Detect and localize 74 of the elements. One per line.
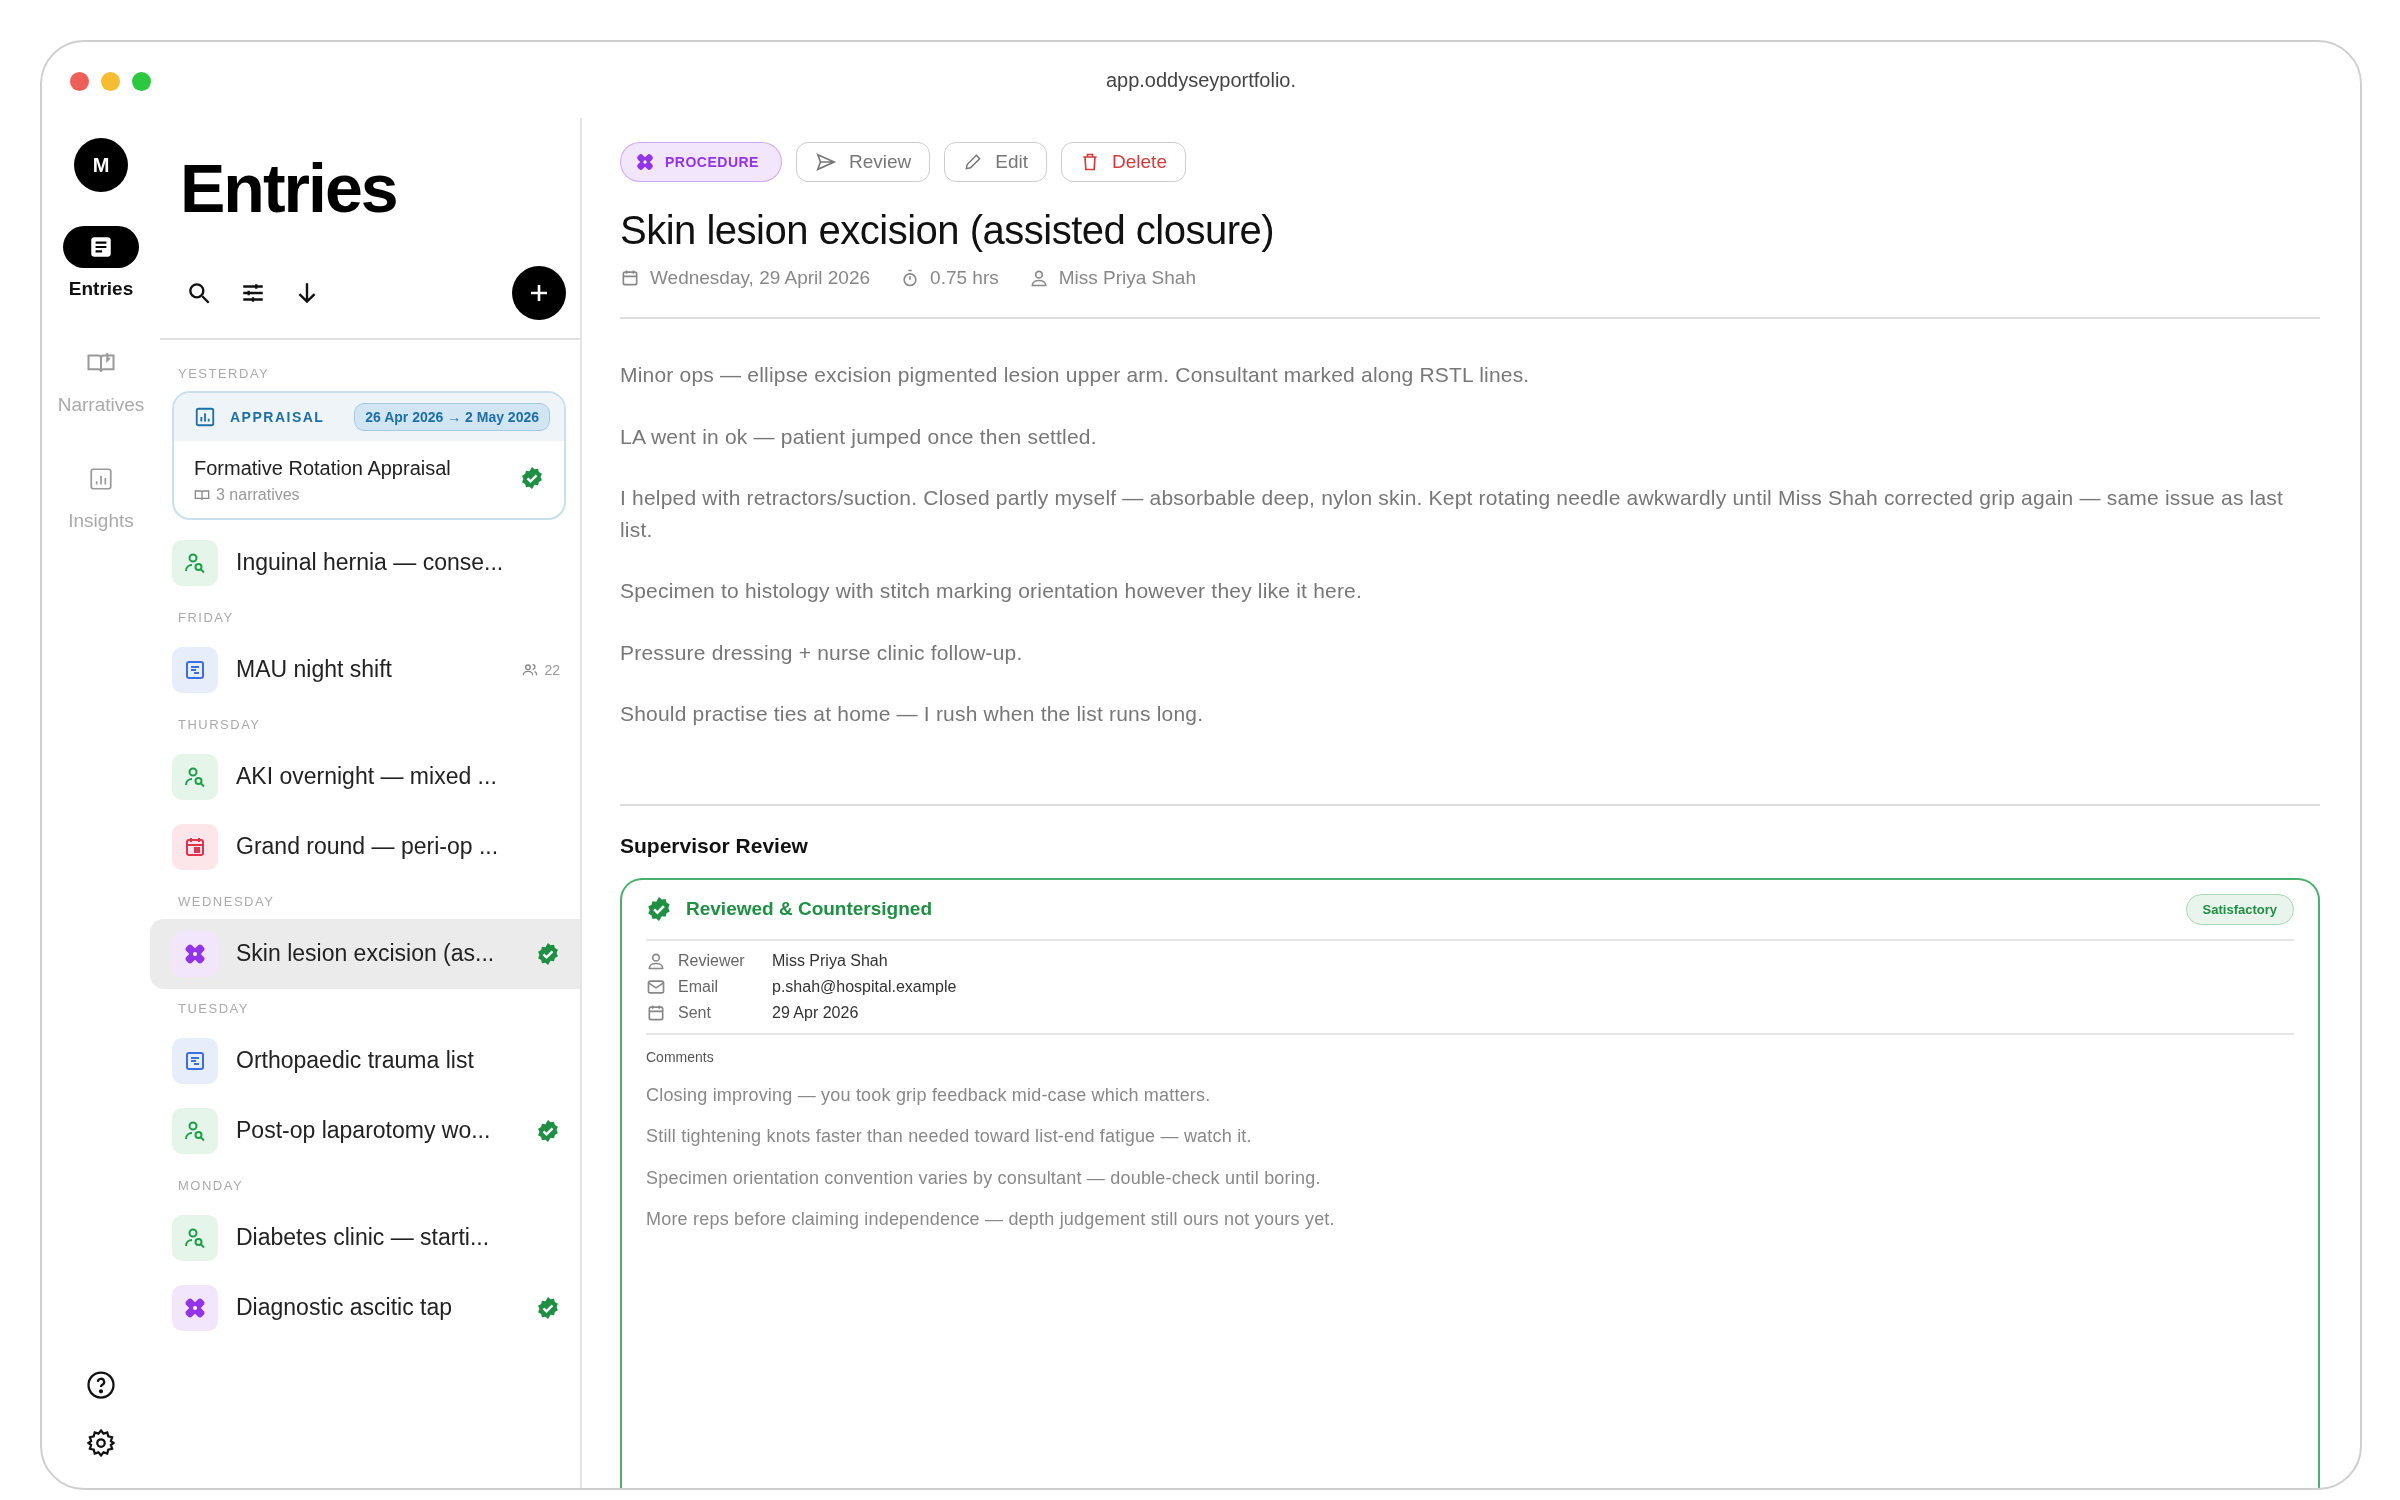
field-value: p.shah@hospital.example [772,977,957,996]
verified-badge-icon [536,1295,560,1320]
comment-text: Closing improving — you took grip feedback mid-case which matters. [646,1084,1212,1107]
nav-label: Entries [68,278,134,300]
narrative-count: 3 narratives [216,485,300,504]
entry-item[interactable]: Diabetes clinic — starti... [172,1202,580,1273]
pencil-icon [963,152,984,172]
narrative-paragraph: I helped with retractors/suction. Closed partly myself — absorbable deep, nylon skin. Kept rotating needle awkwardly until Miss Shah corrected grip again — same issue as last list. [620,485,2285,543]
narrative-paragraph: Minor ops — ellipse excision pigmented lesion upper arm. Consultant marked along RSTL lines. [620,362,1531,388]
comment-text: More reps before claiming independence — depth judgement still ours not yours yet. [646,1209,1336,1231]
people-icon [522,661,539,678]
entry-item[interactable]: Diagnostic ascitic tap [172,1272,580,1343]
day-label: THURSDAY [177,715,262,734]
field-label: Email [678,977,719,996]
chart-icon [194,405,216,428]
chart-icon [88,466,114,492]
document-icon [88,234,114,260]
comments-label: Comments [646,1047,715,1067]
rating-badge: Satisfactory [2185,893,2294,925]
day-label: YESTERDAY [177,364,271,383]
settings-icon[interactable] [86,1428,116,1458]
attendee-count: 22 [544,661,560,678]
entry-item[interactable]: Inguinal hernia — conse... [172,527,580,598]
bandage-icon [635,152,655,172]
help-icon[interactable] [86,1370,116,1400]
verified-badge-icon [520,466,544,491]
field-label: Reviewer [678,951,746,970]
narrative-paragraph: LA went in ok — patient jumped once then settled. [620,423,1098,450]
nav-label: Insights [68,510,134,532]
entry-type-label: APPRAISAL [230,408,326,425]
appraisal-card[interactable]: APPRAISAL 26 Apr 2026 → 2 May 2026 Formative Rotation Appraisal 3 narratives [172,390,566,520]
narrative-paragraph: Specimen to histology with stitch marking orientation however they like it here. [620,578,1364,604]
entry-type-tag: PROCEDURE [620,142,782,182]
verified-badge-icon [536,941,560,966]
delete-button[interactable]: Delete [1061,142,1186,182]
verified-badge-icon [646,896,672,922]
day-label: TUESDAY [177,999,250,1018]
close-button[interactable] [70,72,89,91]
entry-title: Formative Rotation Appraisal [194,456,452,480]
review-button[interactable]: Review [795,142,931,182]
field-value: 29 Apr 2026 [772,1003,859,1022]
day-label: FRIDAY [177,608,235,627]
add-button[interactable] [512,265,566,320]
page-heading: Entries [180,149,398,228]
meta-text: Miss Priya Shah [1058,267,1196,289]
day-label: WEDNESDAY [177,892,276,911]
entry-item[interactable]: Orthopaedic trauma list [172,1025,580,1096]
verified-badge-icon [536,1118,560,1143]
user-avatar[interactable]: M [74,138,128,192]
entry-item[interactable]: Post-op laparotomy wo... [172,1095,580,1166]
review-status: Reviewed & Countersigned [686,898,932,920]
calendar-icon [620,268,640,288]
person-icon [1028,268,1049,288]
entry-item[interactable]: AKI overnight — mixed ... [172,741,580,812]
field-label: Sent [678,1003,712,1022]
nav-button[interactable] [63,226,139,268]
nav-label: Narratives [57,394,145,416]
narrative-paragraph: Pressure dressing + nurse clinic follow-up. [620,639,1024,666]
url-text: app.oddyseyportfolio. [1105,68,1297,92]
narrative-paragraph: Should practise ties at home — I rush when the list runs long. [620,701,1205,727]
meta-text: 0.75 hrs [930,267,999,289]
edit-button[interactable]: Edit [944,142,1048,182]
entry-item[interactable]: MAU night shift 22 [172,634,580,705]
comment-text: Still tightening knots faster than needed toward list-end fatigue — watch it. [646,1126,1253,1148]
entry-item[interactable]: Skin lesion excision (as... [150,918,580,989]
date-range-pill: 26 Apr 2026 → 2 May 2026 [354,402,550,431]
entry-item[interactable]: Grand round — peri-op ... [172,811,580,882]
comment-text: Specimen orientation convention varies by consultant — double-check until boring. [646,1167,1322,1190]
day-label: MONDAY [177,1176,245,1195]
send-icon [814,151,837,173]
meta-text: Wednesday, 29 April 2026 [650,267,871,289]
field-value: Miss Priya Shah [772,951,888,970]
entry-title: Skin lesion excision (assisted closure) [620,208,1276,253]
section-heading: Supervisor Review [620,833,809,858]
